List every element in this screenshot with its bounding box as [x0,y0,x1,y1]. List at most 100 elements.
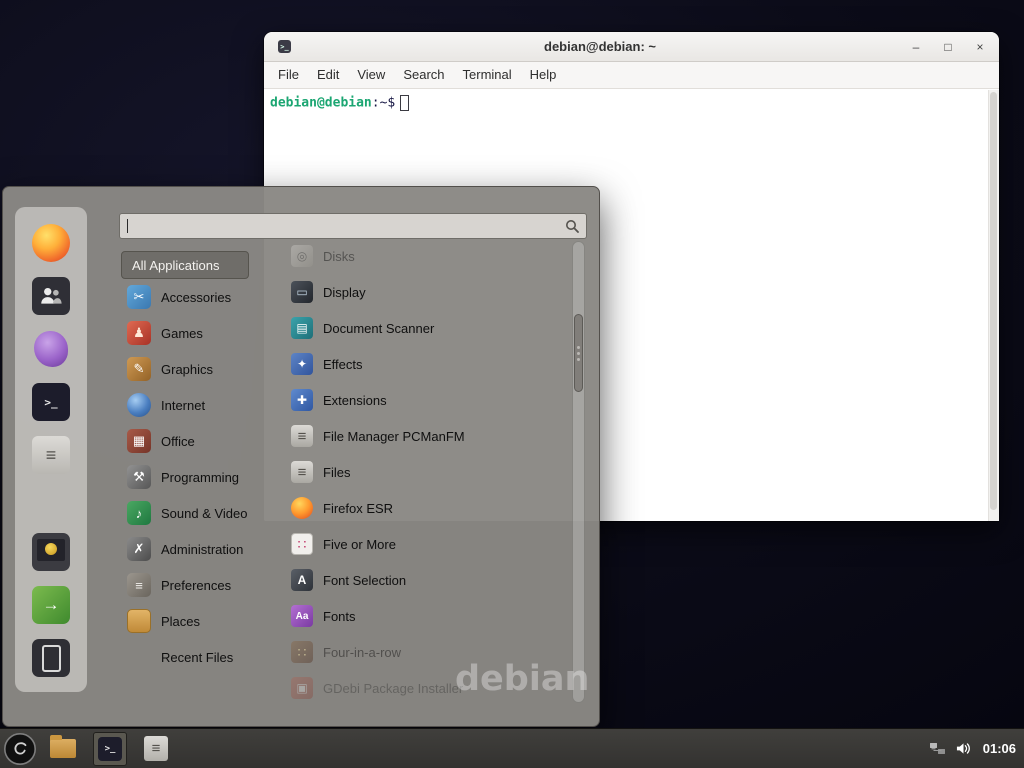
favorite-logout[interactable] [31,585,71,625]
category-administration[interactable]: Administration [121,531,287,567]
terminal-titlebar[interactable]: debian@debian: ~ – □ × [264,32,999,62]
category-places[interactable]: Places [121,603,287,639]
gdebi-icon [291,677,313,699]
app-item-font-selection[interactable]: Font Selection [291,562,571,598]
terminal-title: debian@debian: ~ [291,39,909,54]
files-launcher[interactable] [144,736,168,761]
favorites-panel [15,207,87,692]
search-input[interactable] [128,219,565,234]
network-icon[interactable] [929,742,946,756]
programming-icon [127,465,151,489]
terminal-task-button[interactable] [93,732,127,766]
graphics-icon [127,357,151,381]
menu-search[interactable]: Search [394,62,453,88]
category-recent-files[interactable]: Recent Files [121,639,287,675]
category-label: Graphics [161,362,213,377]
category-label: Games [161,326,203,341]
file-manager-icon [291,425,313,447]
app-label: Four-in-a-row [323,645,401,660]
app-item-gdebi-package-installer[interactable]: GDebi Package Installer [291,670,571,706]
terminal-scrollbar[interactable] [988,90,999,521]
extensions-icon [291,389,313,411]
category-sound-video[interactable]: Sound & Video [121,495,287,531]
category-office[interactable]: Office [121,423,287,459]
category-label: Administration [161,542,243,557]
administration-icon [127,537,151,561]
volume-icon[interactable] [955,741,972,756]
menu-terminal[interactable]: Terminal [454,62,521,88]
category-preferences[interactable]: Preferences [121,567,287,603]
close-button[interactable]: × [973,38,987,56]
app-item-firefox-esr[interactable]: Firefox ESR [291,490,571,526]
clock[interactable]: 01:06 [981,741,1016,756]
app-item-file-manager-pcmanfm[interactable]: File Manager PCManFM [291,418,571,454]
app-item-disks[interactable]: Disks [291,238,571,274]
category-label: Recent Files [161,650,233,665]
maximize-button[interactable]: □ [941,38,955,56]
category-games[interactable]: Games [121,315,287,351]
applications-menu-popup: All Applications Accessories Games Graph… [2,186,600,727]
menu-file[interactable]: File [269,62,308,88]
places-icon [127,609,151,633]
category-all-applications[interactable]: All Applications [121,251,249,279]
search-icon [565,219,579,233]
app-label: GDebi Package Installer [323,681,463,696]
favorite-firefox[interactable] [31,223,71,263]
favorite-screenshot[interactable] [31,532,71,572]
app-item-fonts[interactable]: Fonts [291,598,571,634]
display-icon [291,281,313,303]
effects-icon [291,353,313,375]
internet-icon [127,393,151,417]
minimize-button[interactable]: – [909,38,923,56]
app-item-files[interactable]: Files [291,454,571,490]
preferences-icon [127,573,151,597]
app-item-effects[interactable]: Effects [291,346,571,382]
favorite-users[interactable] [31,276,71,316]
five-or-more-icon [291,533,313,555]
file-manager-launcher[interactable] [50,739,76,758]
category-graphics[interactable]: Graphics [121,351,287,387]
firefox-icon [291,497,313,519]
terminal-icon [98,737,122,761]
favorite-terminal[interactable] [31,382,71,422]
menu-view[interactable]: View [348,62,394,88]
taskbar: 01:06 [0,728,1024,768]
favorite-file-manager[interactable] [31,435,71,475]
app-label: Fonts [323,609,356,624]
category-label: Accessories [161,290,231,305]
app-item-extensions[interactable]: Extensions [291,382,571,418]
menu-edit[interactable]: Edit [308,62,348,88]
app-item-five-or-more[interactable]: Five or More [291,526,571,562]
firefox-icon [32,224,70,262]
categories-list: All Applications Accessories Games Graph… [121,251,287,675]
app-label: Five or More [323,537,396,552]
category-label: Sound & Video [161,506,248,521]
terminal-window-icon [278,40,291,53]
menu-scrollbar[interactable] [572,241,585,703]
no-icon [127,645,151,669]
menu-search-box[interactable] [119,213,587,239]
menu-scrollbar-thumb[interactable] [574,314,583,392]
category-accessories[interactable]: Accessories [121,279,287,315]
favorite-phone[interactable] [31,638,71,678]
category-label: Programming [161,470,239,485]
app-label: Firefox ESR [323,501,393,516]
category-internet[interactable]: Internet [121,387,287,423]
four-in-a-row-icon [291,641,313,663]
prompt-user: debian@debian [270,96,372,111]
font-selection-icon [291,569,313,591]
files-icon [291,461,313,483]
applications-menu-button[interactable] [3,732,37,766]
terminal-icon [32,383,70,421]
fonts-icon [291,605,313,627]
app-item-four-in-a-row[interactable]: Four-in-a-row [291,634,571,670]
category-label: Office [161,434,195,449]
app-item-display[interactable]: Display [291,274,571,310]
favorite-pidgin[interactable] [31,329,71,369]
screenshot-icon [32,533,70,571]
app-item-document-scanner[interactable]: Document Scanner [291,310,571,346]
menu-help[interactable]: Help [521,62,566,88]
terminal-scrollbar-thumb[interactable] [990,92,997,510]
accessories-icon [127,285,151,309]
category-programming[interactable]: Programming [121,459,287,495]
